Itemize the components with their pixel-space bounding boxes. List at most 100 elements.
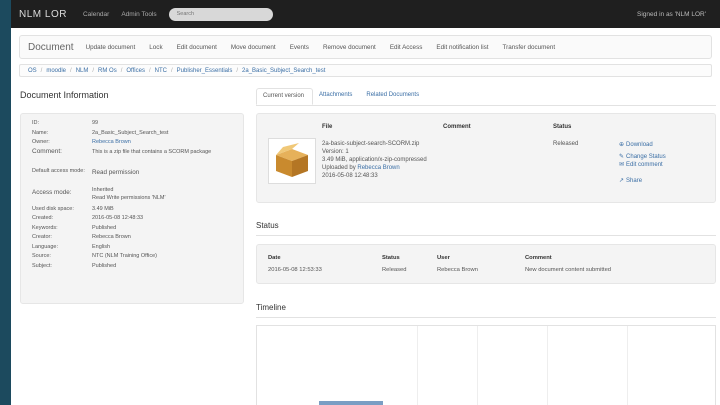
info-value: Rebecca Brown	[92, 234, 131, 240]
lock-button[interactable]: Lock	[149, 44, 162, 51]
info-label: Comment:	[32, 147, 62, 155]
status-header-comment: Comment	[525, 255, 552, 261]
remove-document-button[interactable]: Remove document	[323, 44, 376, 51]
status-heading: Status	[256, 221, 279, 230]
breadcrumb-item[interactable]: moodle	[46, 68, 66, 74]
file-column-header: File	[322, 124, 333, 130]
breadcrumb-item[interactable]: RM Os	[98, 68, 117, 74]
left-edge-strip	[0, 0, 11, 405]
file-date: 2016-05-08 12:48:33	[322, 173, 378, 179]
info-value: This is a zip file that contains a SCORM…	[92, 148, 212, 155]
edit-comment-label: Edit comment	[626, 161, 663, 168]
info-label: Access mode:	[32, 188, 72, 196]
current-version-panel: File Comment Status 2a-basic-subject-sea…	[256, 113, 716, 203]
document-information-panel: ID: 99 Name: 2a_Basic_Subject_Search_tes…	[20, 113, 244, 304]
edit-access-button[interactable]: Edit Access	[390, 44, 423, 51]
nav-admin-tools-link[interactable]: Admin Tools	[121, 11, 156, 18]
nav-calendar-link[interactable]: Calendar	[83, 11, 109, 18]
breadcrumb-separator: /	[70, 67, 72, 74]
document-toolbar: Document Update document Lock Edit docum…	[19, 35, 712, 59]
info-label: Owner:	[32, 139, 50, 145]
share-icon: ↗	[619, 178, 625, 184]
info-row-id: ID: 99	[32, 119, 243, 129]
info-row-source: Source: NTC (NLM Training Office)	[32, 252, 243, 262]
search-input[interactable]	[168, 7, 273, 21]
status-header-user: User	[437, 255, 450, 261]
info-row-created: Created: 2016-05-08 12:48:33	[32, 214, 243, 224]
info-label: ID:	[32, 120, 40, 126]
breadcrumb-item[interactable]: NLM	[76, 68, 89, 74]
tab-attachments[interactable]: Attachments	[313, 88, 360, 105]
edit-notification-list-button[interactable]: Edit notification list	[436, 44, 488, 51]
timeline-gridline	[547, 326, 548, 405]
info-value: Read permission	[92, 168, 140, 176]
update-document-button[interactable]: Update document	[86, 44, 136, 51]
status-comment: New document content submitted	[525, 267, 612, 273]
breadcrumb-item[interactable]: 2a_Basic_Subject_Search_test	[242, 68, 325, 74]
toolbar-title: Document	[28, 41, 74, 53]
uploader-link[interactable]: Rebecca Brown	[357, 165, 399, 171]
breadcrumb-separator: /	[92, 67, 95, 74]
info-label: Created:	[32, 215, 54, 221]
timeline-chart[interactable]	[256, 325, 716, 405]
divider	[256, 235, 716, 236]
breadcrumb-item[interactable]: OS	[28, 68, 37, 74]
info-value: Inherited Read Write permissions 'NLM'	[92, 186, 166, 201]
breadcrumb: OS / moodle / NLM / RM Os / Offices / NTC / Pu…	[19, 64, 712, 77]
events-button[interactable]: Events	[290, 44, 309, 51]
info-row-subject: Subject: Published	[32, 262, 243, 272]
tab-related-documents[interactable]: Related Documents	[360, 88, 427, 105]
info-row-owner: Owner: Rebecca Brown	[32, 138, 243, 148]
owner-link[interactable]: Rebecca Brown	[92, 138, 243, 148]
info-row-name: Name: 2a_Basic_Subject_Search_test	[32, 129, 243, 139]
timeline-gridline	[477, 326, 478, 405]
info-row-access-mode: Access mode: Inherited Read Write permis…	[32, 186, 243, 205]
info-row-keywords: Keywords: Published	[32, 224, 243, 234]
document-information-heading: Document Information	[20, 90, 109, 100]
breadcrumb-item[interactable]: Publisher_Essentials	[177, 68, 233, 74]
info-label: Default access mode:	[32, 167, 85, 174]
file-uploaded-by: Uploaded by Rebecca Brown	[322, 165, 400, 171]
file-thumbnail[interactable]	[268, 138, 316, 184]
edit-comment-link[interactable]: ✉ Edit comment	[619, 161, 663, 169]
info-row-default-access: Default access mode: Read permission	[32, 167, 243, 186]
comment-column-header: Comment	[443, 124, 471, 130]
info-label: Source:	[32, 253, 51, 259]
info-value: 2a_Basic_Subject_Search_test	[92, 129, 169, 136]
file-status: Released	[553, 141, 579, 147]
document-tabs: Current version Attachments Related Docu…	[256, 88, 716, 106]
file-size-type: 3.49 MiB, application/x-zip-compressed	[322, 157, 427, 163]
share-link[interactable]: ↗ Share	[619, 177, 643, 185]
info-label: Keywords:	[32, 224, 58, 231]
transfer-document-button[interactable]: Transfer document	[503, 44, 556, 51]
info-value: Published	[92, 262, 117, 269]
info-label: Used disk space:	[32, 205, 74, 212]
move-document-button[interactable]: Move document	[231, 44, 276, 51]
status-header-status: Status	[382, 255, 400, 261]
divider	[256, 317, 716, 318]
breadcrumb-separator: /	[170, 67, 173, 74]
package-icon	[276, 143, 308, 177]
info-value: 3.49 MiB	[92, 205, 114, 212]
info-label: Creator:	[32, 234, 52, 240]
info-value: 99	[92, 120, 99, 126]
brand-logo[interactable]: NLM LOR	[19, 9, 67, 20]
share-label: Share	[626, 177, 643, 184]
edit-icon: ✎	[619, 154, 625, 160]
info-value: 2016-05-08 12:48:33	[92, 215, 144, 221]
timeline-gridline	[417, 326, 418, 405]
timeline-event-bar[interactable]	[319, 401, 383, 405]
breadcrumb-item[interactable]: Offices	[126, 68, 145, 74]
signed-in-menu[interactable]: Signed in as 'NLM LOR'	[637, 11, 706, 18]
download-link[interactable]: ⊕ Download	[619, 141, 653, 149]
change-status-link[interactable]: ✎ Change Status	[619, 153, 666, 161]
breadcrumb-separator: /	[40, 67, 43, 74]
tab-current-version[interactable]: Current version	[256, 88, 314, 105]
edit-document-button[interactable]: Edit document	[177, 44, 217, 51]
top-navbar: NLM LOR Calendar Admin Tools Signed in a…	[11, 0, 720, 28]
info-value: NTC (NLM Training Office)	[92, 253, 157, 259]
breadcrumb-item[interactable]: NTC	[155, 68, 167, 74]
info-value: English	[92, 243, 111, 250]
uploaded-prefix: Uploaded by	[322, 165, 358, 171]
info-value: Published	[92, 224, 117, 231]
